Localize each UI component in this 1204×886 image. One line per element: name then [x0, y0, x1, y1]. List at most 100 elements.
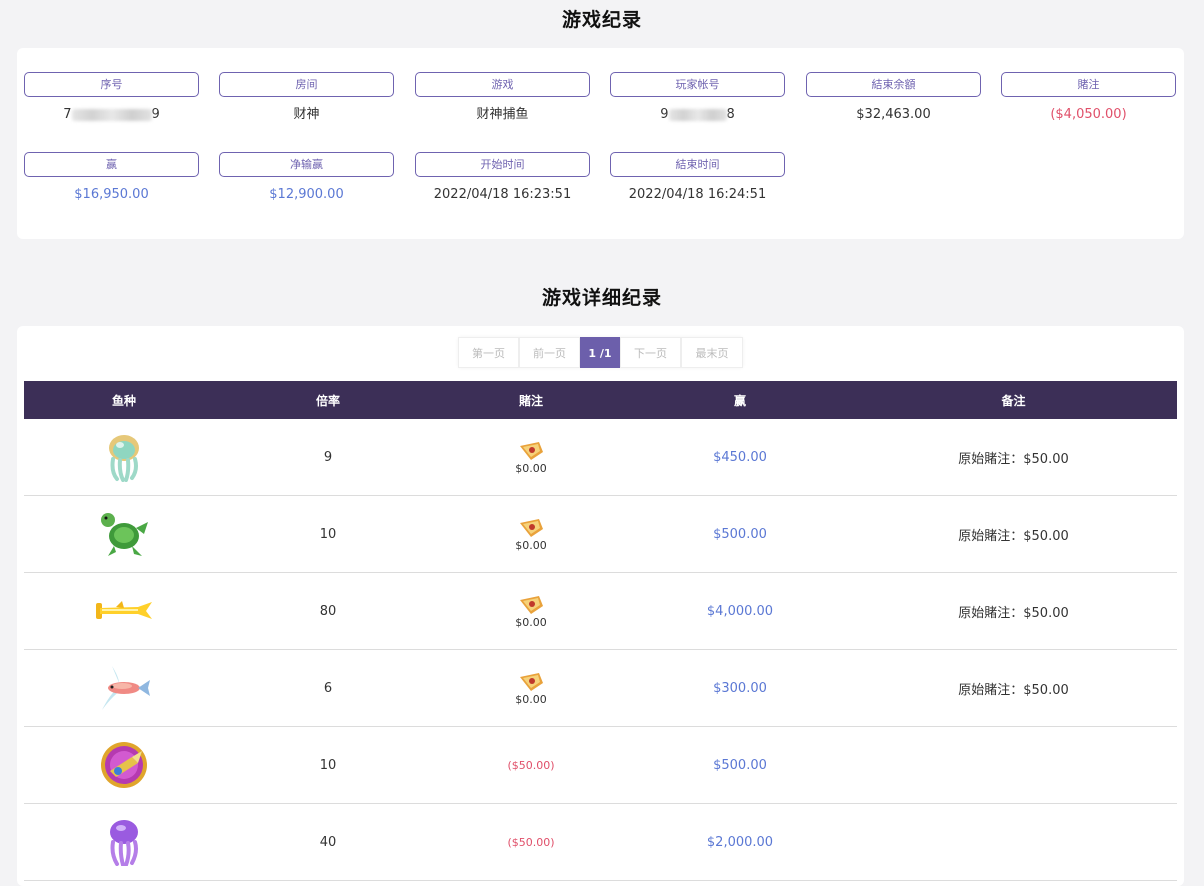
field-label: 净输赢 — [219, 152, 394, 177]
coupon-icon — [520, 672, 543, 691]
current-page-indicator[interactable]: 1 /1 — [580, 337, 620, 368]
redacted-blur — [668, 108, 727, 121]
table-header-row: 鱼种 倍率 賭注 赢 备注 — [24, 381, 1177, 419]
field-bet: 賭注 ($4,050.00) — [1001, 72, 1176, 125]
last-page-button[interactable]: 最末页 — [681, 337, 743, 368]
rate-cell: 80 — [224, 572, 432, 650]
fish-cell — [24, 419, 224, 496]
first-page-button[interactable]: 第一页 — [458, 337, 519, 368]
win-cell: $500.00 — [630, 495, 850, 573]
field-label: 房间 — [219, 72, 394, 97]
bet-cell: $0.00 — [432, 495, 630, 573]
turtle-icon — [101, 513, 148, 556]
jellyfish-green-icon — [109, 435, 139, 482]
win-cell: $500.00 — [630, 726, 850, 804]
game-value: 财神捕鱼 — [476, 107, 529, 122]
redacted-blur — [71, 108, 152, 121]
note-cell: 原始賭注：$50.00 — [850, 649, 1177, 727]
bet-cell: $0.00 — [432, 649, 630, 727]
bet-value: ($50.00) — [507, 758, 555, 772]
table-row: 10 $0.00 $500.00 原始賭注：$50.00 — [24, 495, 1177, 573]
table-row: 40 ($50.00) $2,000.00 — [24, 803, 1177, 881]
win-cell: $2,000.00 — [630, 803, 850, 881]
note-cell: 原始賭注：$50.00 — [850, 572, 1177, 650]
bet-value: ($50.00) — [507, 835, 555, 849]
rate-cell: 10 — [224, 495, 432, 573]
rate-cell: 9 — [224, 419, 432, 496]
bet-value: $0.00 — [515, 538, 547, 552]
golden-hammerhead-icon — [96, 601, 152, 619]
bet-cell: ($50.00) — [432, 803, 630, 881]
coupon-icon — [520, 595, 543, 614]
field-start-time: 开始时间 2022/04/18 16:23:51 — [415, 152, 590, 205]
rate-cell: 40 — [224, 803, 432, 881]
end-time-value: 2022/04/18 16:24:51 — [628, 187, 767, 202]
fish-cell — [24, 495, 224, 573]
field-room: 房间 财神 — [219, 72, 394, 125]
rate-cell: 10 — [224, 726, 432, 804]
field-label: 玩家帐号 — [610, 72, 785, 97]
end-balance-value: $32,463.00 — [856, 107, 931, 122]
serial-suffix: 9 — [151, 107, 160, 122]
rate-cell: 6 — [224, 649, 432, 727]
field-label: 結束余額 — [806, 72, 981, 97]
win-value: $16,950.00 — [74, 187, 149, 202]
prev-page-button[interactable]: 前一页 — [519, 337, 580, 368]
win-value: $4,000.00 — [706, 603, 774, 619]
field-net-win: 净输赢 $12,900.00 — [219, 152, 394, 205]
fish-cell — [24, 803, 224, 881]
field-label: 序号 — [24, 72, 199, 97]
note-cell — [850, 803, 1177, 881]
note-cell: 原始賭注：$50.00 — [850, 495, 1177, 573]
win-cell: $450.00 — [630, 419, 850, 496]
field-end-time: 結束时间 2022/04/18 16:24:51 — [610, 152, 785, 205]
field-label: 赢 — [24, 152, 199, 177]
note-cell — [850, 726, 1177, 804]
column-header-win: 赢 — [630, 381, 850, 419]
field-label: 开始时间 — [415, 152, 590, 177]
bet-value: $0.00 — [515, 615, 547, 629]
win-value: $450.00 — [713, 449, 767, 465]
note-cell: 原始賭注：$50.00 — [850, 419, 1177, 496]
serial-prefix: 7 — [63, 107, 72, 122]
column-header-rate: 倍率 — [224, 381, 432, 419]
column-header-note: 备注 — [850, 381, 1177, 419]
bet-value: ($4,050.00) — [1050, 107, 1127, 122]
field-label: 游戏 — [415, 72, 590, 97]
room-value: 财神 — [293, 107, 320, 122]
fish-cell — [24, 572, 224, 650]
coupon-icon — [520, 518, 543, 537]
column-header-bet: 賭注 — [432, 381, 630, 419]
field-player-account: 玩家帐号 98 — [610, 72, 785, 125]
detail-card: 第一页 前一页 1 /1 下一页 最末页 鱼种 倍率 賭注 赢 备注 9 $0.… — [17, 326, 1184, 886]
summary-title: 游戏纪录 — [561, 9, 642, 31]
field-label: 結束时间 — [610, 152, 785, 177]
player-account-value: 98 — [610, 105, 785, 125]
account-prefix: 9 — [660, 107, 669, 122]
field-label: 賭注 — [1001, 72, 1176, 97]
column-header-fish: 鱼种 — [24, 381, 224, 419]
table-row: 9 $0.00 $450.00 原始賭注：$50.00 — [24, 419, 1177, 496]
drill-medal-icon — [101, 742, 147, 788]
serial-value: 79 — [24, 105, 199, 125]
start-time-value: 2022/04/18 16:23:51 — [433, 187, 572, 202]
jellyfish-purple-icon — [110, 820, 138, 866]
table-row: 6 $0.00 $300.00 原始賭注：$50.00 — [24, 649, 1177, 727]
bet-value: $0.00 — [515, 461, 547, 475]
coupon-icon — [520, 441, 543, 460]
pagination: 第一页 前一页 1 /1 下一页 最末页 — [458, 337, 743, 368]
bet-cell: ($50.00) — [432, 726, 630, 804]
bet-cell: $0.00 — [432, 572, 630, 650]
fish-cell — [24, 726, 224, 804]
field-end-balance: 結束余額 $32,463.00 — [806, 72, 981, 125]
bet-value: $0.00 — [515, 692, 547, 706]
win-value: $300.00 — [713, 680, 767, 696]
table-row: 80 $0.00 $4,000.00 原始賭注：$50.00 — [24, 572, 1177, 650]
field-game: 游戏 财神捕鱼 — [415, 72, 590, 125]
next-page-button[interactable]: 下一页 — [620, 337, 681, 368]
fish-cell — [24, 649, 224, 727]
table-row: 10 ($50.00) $500.00 — [24, 726, 1177, 804]
win-cell: $300.00 — [630, 649, 850, 727]
flying-fish-icon — [102, 666, 150, 710]
field-serial: 序号 79 — [24, 72, 199, 125]
